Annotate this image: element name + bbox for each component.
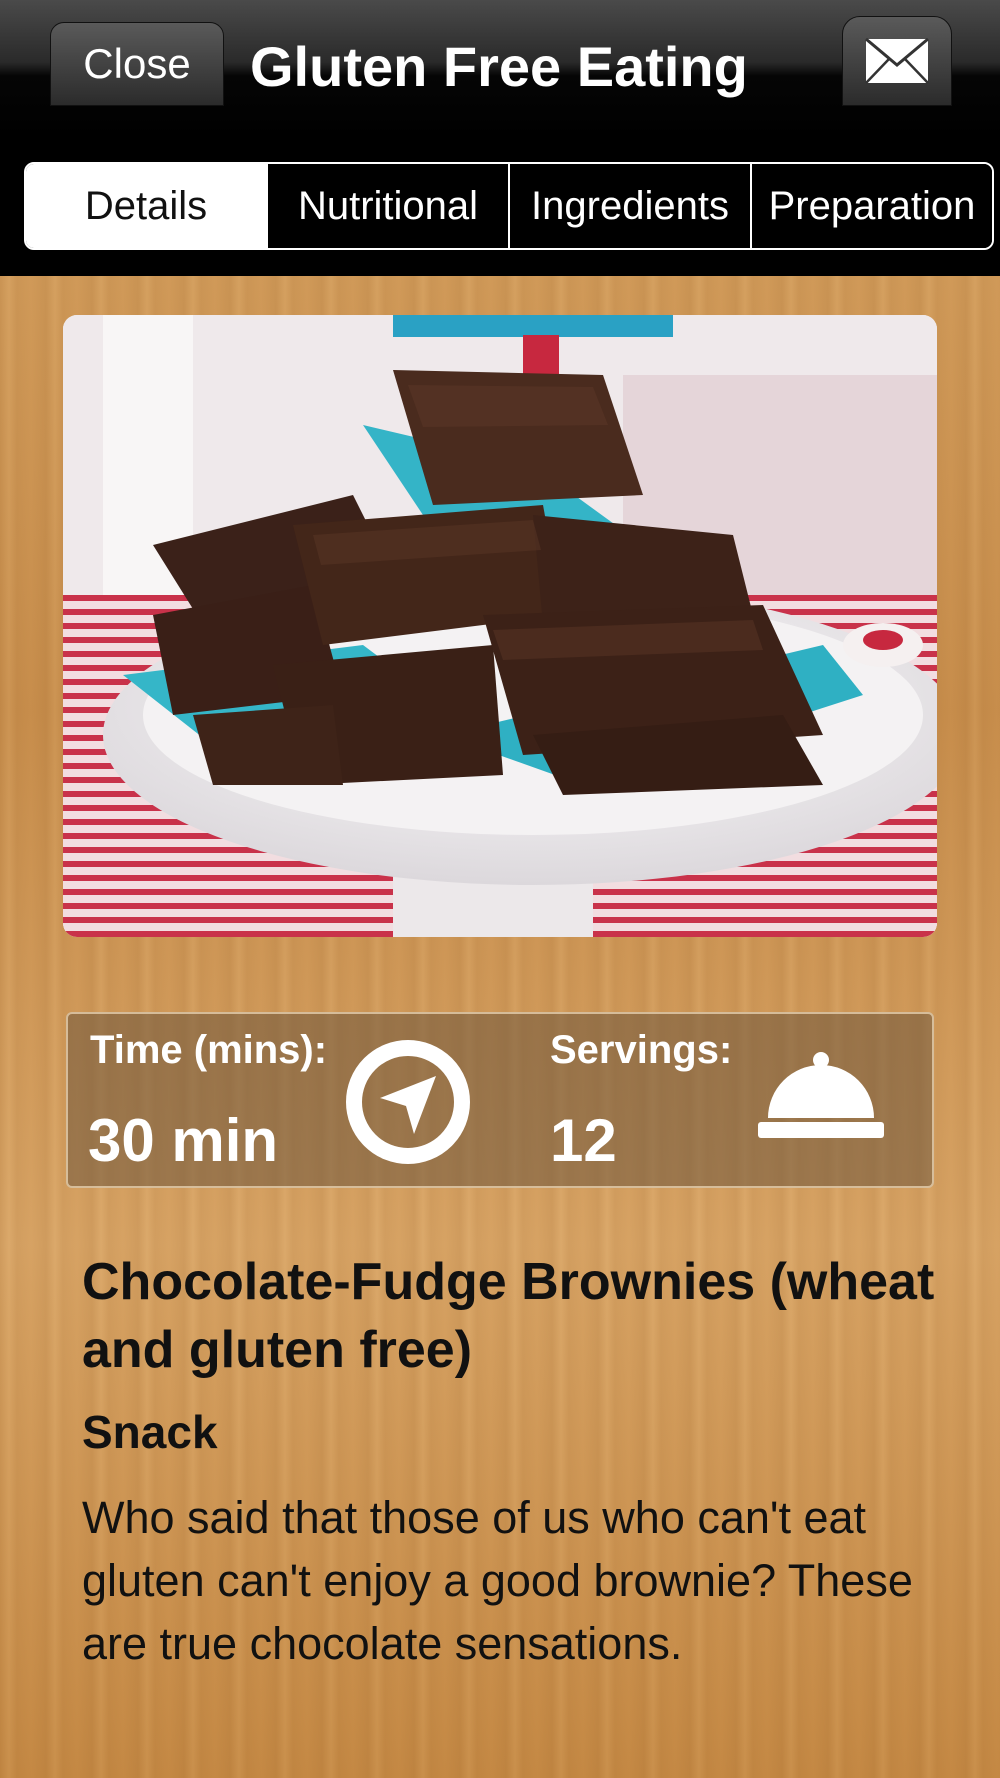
navigation-bar: Close Gluten Free Eating [0,0,1000,138]
time-label: Time (mins): [90,1028,328,1072]
tab-ingredients[interactable]: Ingredients [510,164,752,248]
tab-nutritional[interactable]: Nutritional [268,164,510,248]
time-value: 30 min [88,1107,279,1174]
servings-value: 12 [550,1107,617,1174]
servings-label: Servings: [550,1028,733,1072]
segmented-control: Details Nutritional Ingredients Preparat… [24,162,994,250]
location-arrow-icon [346,1040,470,1164]
recipe-photo [63,315,937,937]
tab-preparation[interactable]: Preparation [752,164,992,248]
tab-details[interactable]: Details [26,164,268,248]
tab-bar: Details Nutritional Ingredients Preparat… [0,138,1000,276]
recipe-stats-panel: Time (mins): 30 min Servings: 12 [66,1012,934,1188]
close-button[interactable]: Close [50,22,224,106]
page-title: Gluten Free Eating [250,35,748,98]
serving-cloche-icon [758,1052,884,1138]
recipe-title: Chocolate-Fudge Brownies (wheat and glut… [82,1253,935,1379]
recipe-category: Snack [82,1406,218,1458]
envelope-icon [865,38,929,84]
recipe-description: Who said that those of us who can't eat … [82,1492,913,1669]
email-button[interactable] [842,16,952,106]
